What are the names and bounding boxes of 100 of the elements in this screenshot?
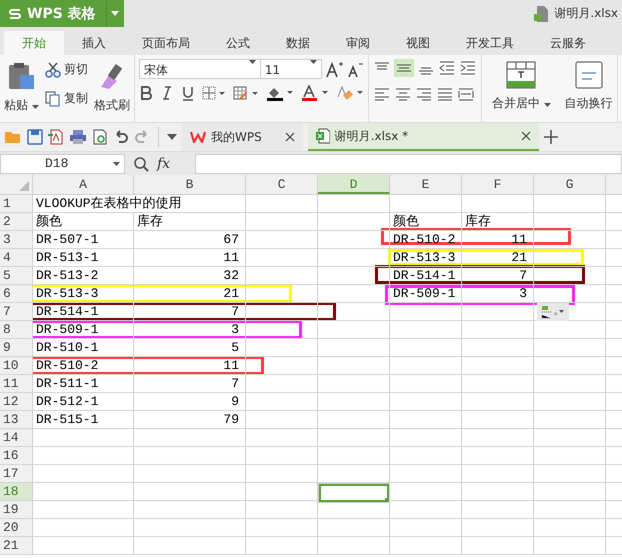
app-dropdown-button[interactable] bbox=[106, 0, 124, 27]
row-header[interactable]: 21 bbox=[0, 537, 33, 554]
format-painter-button[interactable]: 格式刷 bbox=[94, 97, 130, 114]
table-cell: 7 bbox=[462, 267, 534, 284]
bold-icon[interactable] bbox=[138, 86, 153, 100]
close-icon[interactable] bbox=[521, 131, 532, 141]
table-cell: 颜色 bbox=[33, 213, 134, 230]
row-header[interactable]: 19 bbox=[0, 501, 33, 518]
app-title: WPS 表格 bbox=[27, 4, 96, 22]
row-header[interactable]: 2 bbox=[0, 213, 33, 230]
align-right-icon[interactable] bbox=[414, 87, 433, 101]
w-logo-icon bbox=[190, 131, 206, 143]
function-button[interactable]: fx bbox=[157, 156, 187, 172]
copy-button[interactable]: 复制 bbox=[44, 90, 88, 107]
table-cell: 3 bbox=[134, 321, 246, 338]
table-cell: 7 bbox=[134, 375, 246, 392]
cell-style-icon[interactable] bbox=[232, 86, 259, 100]
align-left-icon[interactable] bbox=[372, 87, 391, 101]
table-cell: DR-514-1 bbox=[33, 303, 134, 320]
table-cell: DR-515-1 bbox=[33, 411, 134, 428]
file-name: 谢明月.xlsx bbox=[554, 5, 618, 22]
column-header[interactable]: F bbox=[462, 175, 534, 194]
row-header[interactable]: 13 bbox=[0, 411, 33, 428]
column-header[interactable]: E bbox=[390, 175, 462, 194]
table-cell: DR-511-1 bbox=[33, 375, 134, 392]
align-middle-icon[interactable] bbox=[394, 59, 414, 77]
menu-tab[interactable]: 视图 bbox=[388, 31, 448, 55]
cell-reference-box[interactable]: D18 bbox=[0, 154, 125, 174]
close-icon[interactable] bbox=[284, 132, 295, 142]
row-header[interactable]: 1 bbox=[0, 195, 33, 212]
document-tab[interactable]: 谢明月.xlsx * bbox=[308, 123, 540, 151]
row-header[interactable]: 11 bbox=[0, 375, 33, 392]
caret-icon bbox=[32, 105, 39, 109]
table-cell: 32 bbox=[134, 267, 246, 284]
menu-tab[interactable]: 云服务 bbox=[532, 31, 604, 55]
font-size-dropdown[interactable]: 11 bbox=[260, 59, 322, 79]
borders-icon[interactable] bbox=[202, 86, 226, 100]
row-header[interactable]: 20 bbox=[0, 519, 33, 536]
print-preview-icon[interactable] bbox=[92, 129, 108, 145]
column-header[interactable]: G bbox=[534, 175, 606, 194]
row-header[interactable]: 9 bbox=[0, 339, 33, 356]
menu-tab[interactable]: 插入 bbox=[64, 31, 124, 55]
menu-tab[interactable]: 公式 bbox=[208, 31, 268, 55]
row-header[interactable]: 8 bbox=[0, 321, 33, 338]
table-cell: DR-509-1 bbox=[33, 321, 134, 338]
column-header[interactable]: B bbox=[134, 175, 246, 194]
decrease-indent-icon[interactable] bbox=[438, 60, 456, 76]
paste-options-button[interactable] bbox=[537, 303, 569, 321]
paste-button[interactable]: 粘贴 bbox=[4, 97, 39, 114]
row-header[interactable]: 16 bbox=[0, 447, 33, 464]
merge-center-button[interactable]: 合并居中 bbox=[492, 95, 551, 112]
cut-button[interactable]: 剪切 bbox=[44, 61, 88, 78]
table-cell: 库存 bbox=[134, 213, 246, 230]
increase-font-icon[interactable] bbox=[326, 60, 344, 78]
table-cell: 11 bbox=[134, 249, 246, 266]
table-cell: DR-513-3 bbox=[390, 249, 462, 266]
distributed-icon[interactable] bbox=[456, 87, 475, 101]
save-icon[interactable] bbox=[27, 129, 43, 145]
document-tab[interactable]: 我的WPS bbox=[182, 123, 303, 151]
row-header[interactable]: 14 bbox=[0, 429, 33, 446]
column-header[interactable]: A bbox=[33, 175, 134, 194]
new-tab-plus-icon[interactable] bbox=[544, 130, 558, 144]
dropdown-caret-icon[interactable] bbox=[167, 134, 177, 140]
increase-indent-icon[interactable] bbox=[458, 60, 477, 76]
wrap-text-button[interactable]: 自动换行 bbox=[564, 95, 613, 112]
row-header[interactable]: 10 bbox=[0, 357, 33, 374]
table-cell: 21 bbox=[134, 285, 246, 302]
clipboard-icon bbox=[6, 61, 36, 91]
row-header[interactable]: 17 bbox=[0, 465, 33, 482]
merge-cells-icon bbox=[506, 61, 536, 89]
row-header[interactable]: 7 bbox=[0, 303, 33, 320]
row-header[interactable]: 3 bbox=[0, 231, 33, 248]
table-cell: 9 bbox=[134, 393, 246, 410]
justify-icon[interactable] bbox=[436, 87, 454, 101]
font-dropdown[interactable]: 宋体 bbox=[138, 59, 261, 79]
table-cell: 3 bbox=[462, 285, 534, 302]
zoom-search-icon[interactable] bbox=[133, 156, 149, 172]
font-color-icon[interactable] bbox=[300, 85, 329, 101]
fill-color-icon[interactable] bbox=[266, 85, 294, 101]
menu-tab[interactable]: 数据 bbox=[268, 31, 328, 55]
menu-tab[interactable]: 审阅 bbox=[328, 31, 388, 55]
table-cell: DR-513-3 bbox=[33, 285, 134, 302]
pdf-export-icon[interactable] bbox=[48, 129, 64, 145]
clear-format-icon[interactable] bbox=[336, 85, 364, 101]
row-header[interactable]: 6 bbox=[0, 285, 33, 302]
table-cell: DR-510-2 bbox=[33, 357, 134, 374]
menu-tab[interactable]: 页面布局 bbox=[124, 31, 208, 55]
menu-tab[interactable]: 开始 bbox=[4, 31, 64, 55]
row-header[interactable]: 4 bbox=[0, 249, 33, 266]
align-center-icon[interactable] bbox=[394, 87, 412, 101]
selected-cell[interactable] bbox=[318, 483, 390, 503]
printer-icon[interactable] bbox=[69, 129, 87, 145]
table-cell: 5 bbox=[134, 339, 246, 356]
caret-icon bbox=[544, 103, 551, 107]
row-header[interactable]: 12 bbox=[0, 393, 33, 410]
row-header[interactable]: 5 bbox=[0, 267, 33, 284]
formula-input-field[interactable] bbox=[195, 154, 622, 174]
menu-tab[interactable]: 开发工具 bbox=[448, 31, 532, 55]
copy-icon bbox=[44, 90, 61, 106]
underline-icon[interactable] bbox=[180, 86, 195, 100]
